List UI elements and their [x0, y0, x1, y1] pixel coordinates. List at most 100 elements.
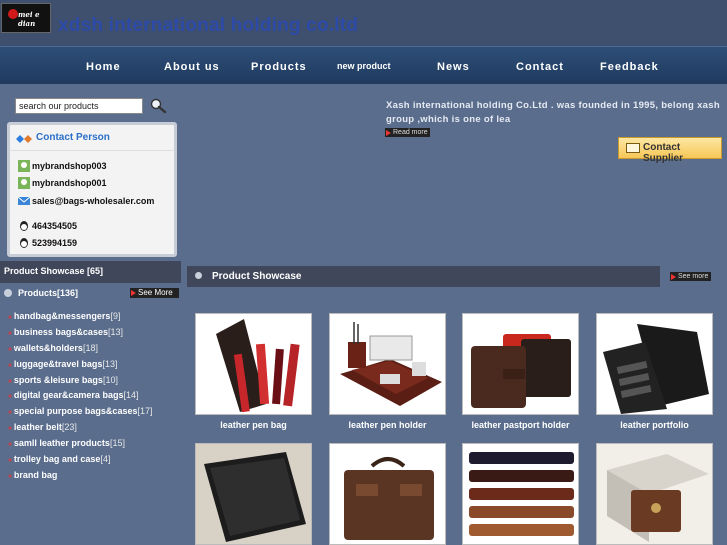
category-count: [14] [123, 390, 139, 401]
category-count: [4] [100, 454, 111, 465]
bullet-icon [195, 272, 202, 279]
category-item[interactable]: » sports &leisure bags[10] [8, 375, 180, 391]
category-count: [13] [102, 358, 118, 369]
nav-feedback[interactable]: Feedback [600, 61, 659, 73]
category-item[interactable]: » brand bag [8, 470, 180, 486]
category-name[interactable]: special purpose bags&cases [14, 406, 138, 416]
product-caption[interactable]: leather pen bag [195, 420, 312, 430]
product-image[interactable] [596, 443, 713, 545]
product-image[interactable] [329, 443, 446, 545]
product-card[interactable] [329, 443, 446, 545]
bullet-icon [4, 289, 12, 297]
contact-email[interactable]: sales@bags-wholesaler.com [18, 195, 154, 207]
header-bar: mei e dian xdsh international holding co… [0, 0, 727, 46]
arrow-icon: » [8, 377, 12, 385]
product-card[interactable]: leather pastport holder [462, 313, 579, 430]
product-image[interactable] [462, 313, 579, 415]
category-count: [17] [137, 406, 153, 417]
arrow-icon: » [8, 329, 12, 337]
category-name[interactable]: wallets&holders [14, 343, 83, 353]
product-card[interactable]: leather pen bag [195, 313, 312, 430]
category-item[interactable]: » digital gear&camera bags[14] [8, 390, 180, 406]
product-card[interactable] [195, 443, 312, 545]
site-title: xdsh international holding co.ltd [58, 15, 359, 36]
contact-qq-2[interactable]: 523994159 [18, 237, 77, 249]
email-icon [18, 196, 30, 205]
search-input[interactable] [15, 98, 143, 114]
main-nav: Home About us Products new product News … [0, 46, 727, 84]
product-image[interactable] [596, 313, 713, 415]
see-more-button[interactable]: See more [670, 272, 711, 281]
site-logo[interactable]: mei e dian [1, 3, 51, 33]
chat-icon [18, 160, 30, 172]
read-more-link[interactable]: Read more [385, 128, 430, 137]
arrow-icon: » [8, 345, 12, 353]
arrow-icon: » [8, 393, 12, 401]
contact-person-2[interactable]: mybrandshop001 [18, 177, 107, 189]
product-image[interactable] [195, 313, 312, 415]
product-caption[interactable]: leather pen holder [329, 420, 446, 430]
product-image[interactable] [462, 443, 579, 545]
contact-panel-header: Contact Person [10, 125, 174, 151]
category-name[interactable]: sports &leisure bags [14, 375, 103, 385]
category-item[interactable]: » trolley bag and case[4] [8, 454, 180, 470]
arrow-icon: » [8, 314, 12, 321]
category-item[interactable]: » luggage&travel bags[13] [8, 359, 180, 375]
qq-icon [20, 221, 28, 231]
product-card[interactable] [596, 443, 713, 545]
category-name[interactable]: brand bag [14, 470, 58, 480]
qq-icon [20, 238, 28, 248]
products-label[interactable]: Products[136] [18, 288, 78, 298]
product-card[interactable]: leather pen holder [329, 313, 446, 430]
nav-products[interactable]: Products [251, 61, 307, 73]
category-item[interactable]: » special purpose bags&cases[17] [8, 406, 180, 422]
category-name[interactable]: handbag&messengers [14, 311, 111, 321]
category-count: [18] [82, 342, 98, 353]
product-card[interactable] [462, 443, 579, 545]
contact-person-icon [16, 135, 32, 143]
nav-contact[interactable]: Contact [516, 61, 564, 73]
contact-qq-1[interactable]: 464354505 [18, 220, 77, 232]
arrow-icon: » [8, 441, 12, 449]
see-more-button[interactable]: See More [130, 288, 179, 298]
contact-supplier-button[interactable]: Contact Supplier [618, 137, 722, 164]
arrow-icon: » [8, 409, 12, 417]
category-count: [9] [110, 311, 121, 321]
envelope-icon [626, 143, 640, 153]
nav-new-product[interactable]: new product [337, 61, 391, 71]
category-name[interactable]: trolley bag and case [14, 454, 101, 464]
product-image[interactable] [329, 313, 446, 415]
category-name[interactable]: digital gear&camera bags [14, 390, 124, 400]
category-item[interactable]: » samll leather products[15] [8, 438, 180, 454]
product-caption[interactable]: leather portfolio [596, 420, 713, 430]
search-icon[interactable] [148, 98, 168, 114]
left-showcase-header: Product Showcase [65] [0, 261, 181, 283]
product-caption[interactable]: leather pastport holder [462, 420, 579, 430]
logo-text: mei e dian [18, 10, 40, 28]
arrow-icon: » [8, 472, 12, 480]
contact-person-1[interactable]: mybrandshop003 [18, 160, 107, 172]
category-count: [15] [109, 438, 125, 449]
category-count: [13] [107, 326, 123, 337]
product-showcase-header: Product Showcase [187, 266, 660, 287]
contact-panel: Contact Person mybrandshop003 mybrandsho… [7, 122, 177, 257]
category-count: [10] [102, 374, 118, 385]
category-item[interactable]: » leather belt[23] [8, 422, 180, 438]
arrow-icon: » [8, 425, 12, 433]
category-item[interactable]: » wallets&holders[18] [8, 343, 180, 359]
contact-panel-title: Contact Person [36, 132, 110, 143]
category-item[interactable]: » handbag&messengers[9] [8, 311, 180, 327]
category-count: [23] [61, 422, 77, 433]
product-image[interactable] [195, 443, 312, 545]
nav-home[interactable]: Home [86, 61, 121, 73]
category-name[interactable]: luggage&travel bags [14, 359, 103, 369]
category-item[interactable]: » business bags&cases[13] [8, 327, 180, 343]
category-name[interactable]: samll leather products [14, 438, 110, 448]
chat-icon [18, 177, 30, 189]
nav-about-us[interactable]: About us [164, 61, 220, 73]
category-name[interactable]: leather belt [14, 422, 62, 432]
nav-news[interactable]: News [437, 61, 470, 73]
category-list: » handbag&messengers[9]» business bags&cas… [8, 311, 180, 486]
product-card[interactable]: leather portfolio [596, 313, 713, 430]
category-name[interactable]: business bags&cases [14, 327, 108, 337]
